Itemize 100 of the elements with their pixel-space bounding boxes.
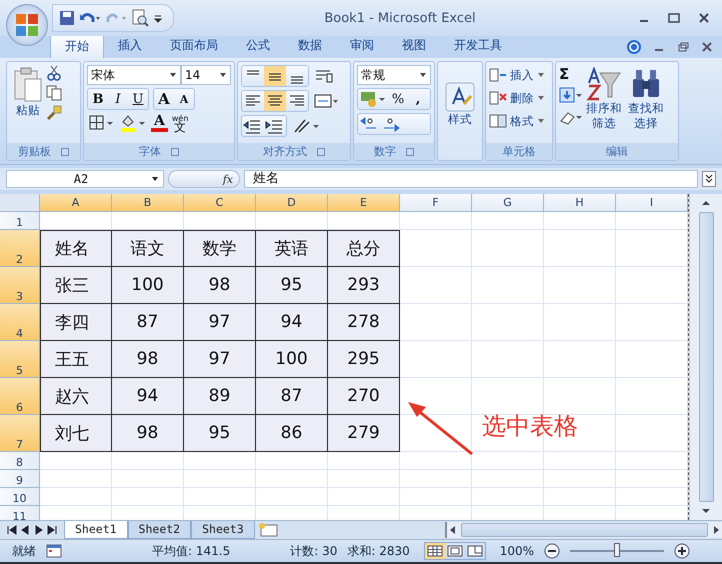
currency-icon[interactable]: [358, 89, 388, 109]
ribbon-tab[interactable]: 审阅: [336, 34, 388, 58]
formula-input[interactable]: 姓名: [244, 170, 698, 188]
page-break-preview-icon[interactable]: [464, 543, 485, 559]
number-format-dropdown[interactable]: 常规: [357, 65, 431, 85]
font-name-dropdown[interactable]: 宋体: [87, 65, 181, 85]
page-layout-view-icon[interactable]: [444, 543, 465, 559]
format-cells-icon: [489, 113, 507, 129]
column-header[interactable]: C: [184, 194, 256, 212]
delete-button[interactable]: 删除: [489, 88, 549, 108]
grow-font-button[interactable]: A: [154, 89, 174, 109]
macro-record-icon[interactable]: [46, 544, 62, 558]
row-header[interactable]: 1: [0, 212, 40, 230]
table-cell: 97: [184, 341, 256, 378]
zoom-out-icon[interactable]: [544, 543, 560, 559]
average-value: 平均值: 141.5: [152, 542, 230, 560]
ribbon-tab[interactable]: 开发工具: [440, 34, 516, 58]
column-header[interactable]: E: [328, 194, 400, 212]
comma-button[interactable]: ,: [408, 89, 428, 109]
styles-button[interactable]: 样式: [442, 80, 478, 128]
column-header[interactable]: G: [472, 194, 544, 212]
fill-down-icon[interactable]: [559, 87, 583, 105]
copy-icon[interactable]: [46, 85, 62, 101]
insert-button[interactable]: 插入: [489, 65, 549, 85]
ribbon-tab[interactable]: 开始: [50, 34, 104, 58]
autosum-button[interactable]: Σ: [559, 65, 570, 83]
name-box[interactable]: A2: [6, 170, 164, 188]
middle-align-icon[interactable]: [264, 66, 286, 86]
column-header[interactable]: A: [40, 194, 112, 212]
table-cell: 王五: [40, 341, 112, 378]
row-header[interactable]: 4: [0, 304, 40, 341]
row-header[interactable]: 9: [0, 470, 40, 488]
caret-icon: [169, 72, 177, 78]
annotation-arrow: [408, 402, 473, 456]
paste-button[interactable]: 粘贴: [10, 65, 46, 120]
count-value: 计数: 30: [290, 542, 338, 560]
restore-icon[interactable]: [676, 40, 690, 54]
italic-button[interactable]: I: [108, 89, 128, 109]
table-cell: 数学: [184, 230, 256, 267]
table-cell: 86: [256, 415, 328, 452]
ribbon-tab[interactable]: 视图: [388, 34, 440, 58]
table-cell: 94: [256, 304, 328, 341]
font-size-dropdown[interactable]: 14: [181, 65, 231, 85]
office-button[interactable]: [6, 4, 48, 46]
annotation-text: 选中表格: [482, 411, 578, 442]
ribbon-tab[interactable]: 数据: [284, 34, 336, 58]
ribbon-tab[interactable]: 插入: [104, 34, 156, 58]
group-label: 数字: [374, 144, 396, 159]
help-icon[interactable]: [626, 39, 642, 55]
ribbon-tab[interactable]: 公式: [232, 34, 284, 58]
shrink-font-button[interactable]: A: [174, 89, 194, 109]
table-cell: 97: [184, 304, 256, 341]
column-header[interactable]: I: [616, 194, 688, 212]
vertical-scrollbar[interactable]: [689, 194, 722, 520]
row-header[interactable]: 6: [0, 378, 40, 415]
print-preview-icon[interactable]: [131, 9, 149, 27]
insert-function-button[interactable]: fx: [222, 172, 233, 186]
fill-color-icon[interactable]: [119, 113, 147, 133]
column-header[interactable]: B: [112, 194, 184, 212]
ribbon-tab[interactable]: 页面布局: [156, 34, 232, 58]
horizontal-scrollbar[interactable]: [445, 522, 722, 538]
maximize-icon[interactable]: [666, 11, 682, 25]
phonetic-button[interactable]: wén 文: [172, 114, 188, 132]
save-icon[interactable]: [59, 10, 75, 26]
delete-cells-icon: [489, 90, 507, 106]
column-header[interactable]: F: [400, 194, 472, 212]
bold-button[interactable]: B: [88, 89, 108, 109]
table-cell: 98: [184, 267, 256, 304]
row-header[interactable]: 10: [0, 488, 40, 506]
expand-icon[interactable]: [702, 171, 716, 187]
customize-arrow-icon[interactable]: [153, 13, 163, 23]
row-header[interactable]: 3: [0, 267, 40, 304]
zoom-in-icon[interactable]: [674, 543, 690, 559]
column-header[interactable]: H: [544, 194, 616, 212]
row-header[interactable]: 7: [0, 415, 40, 452]
row-header[interactable]: 5: [0, 341, 40, 378]
font-color-button[interactable]: A: [151, 114, 168, 132]
underline-button[interactable]: U: [128, 89, 148, 109]
sheet-tab[interactable]: Sheet1: [64, 521, 128, 539]
caret-icon: [537, 95, 545, 101]
percent-button[interactable]: %: [388, 89, 408, 109]
caret-icon: [151, 176, 159, 182]
close-icon[interactable]: [700, 40, 714, 54]
clipboard-icon: [13, 67, 43, 103]
normal-view-icon[interactable]: [424, 543, 445, 559]
row-header[interactable]: 11: [0, 506, 40, 520]
column-header[interactable]: D: [256, 194, 328, 212]
row-header[interactable]: 2: [0, 230, 40, 267]
sheet-tab[interactable]: Sheet3: [191, 521, 255, 539]
format-button[interactable]: 格式: [489, 111, 549, 131]
sort-filter-button[interactable]: 排序和 筛选: [583, 65, 625, 133]
format-painter-icon[interactable]: [46, 105, 62, 121]
zoom-slider-thumb[interactable]: [614, 543, 620, 557]
sheet-tab[interactable]: Sheet2: [128, 521, 192, 539]
scissors-icon[interactable]: [46, 65, 62, 81]
office-logo-icon: [14, 12, 40, 38]
group-label: 对齐方式: [263, 144, 307, 159]
find-select-button[interactable]: 查找和 选择: [625, 65, 667, 133]
center-icon[interactable]: [264, 91, 286, 111]
row-header[interactable]: 8: [0, 452, 40, 470]
